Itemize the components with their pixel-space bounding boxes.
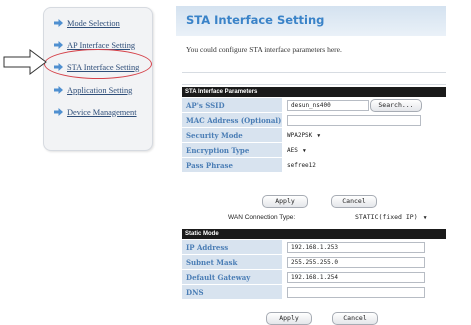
title-banner: STA Interface Setting <box>176 6 446 36</box>
wan-connection-type-select[interactable]: STATIC(fixed IP) ▼ <box>355 213 427 221</box>
security-cell: WPA2PSK ▼ <box>282 127 446 143</box>
search-button[interactable]: Search... <box>370 99 422 112</box>
ip-address-label: IP Address <box>182 239 283 255</box>
nav-item-label: Application Setting <box>67 85 133 95</box>
mac-label: MAC Address (Optional) <box>182 112 283 128</box>
static-mode-table: Static Mode IP Address 192.168.1.253 Sub… <box>182 229 446 300</box>
pass-phrase-cell: sefree12 <box>282 157 446 173</box>
dns-cell <box>282 284 446 300</box>
subnet-mask-input[interactable]: 255.255.255.0 <box>287 256 425 268</box>
wan-connection-type-value: STATIC(fixed IP) <box>355 213 418 221</box>
encryption-label: Encryption Type <box>182 142 283 158</box>
nav-item-label: Mode Selection <box>67 18 120 28</box>
nav-item-mode-selection[interactable]: Mode Selection <box>54 17 120 29</box>
cancel-button[interactable]: Cancel <box>331 195 377 208</box>
section-header: Static Mode <box>182 229 446 240</box>
highlight-ellipse <box>44 49 152 79</box>
apply-button-static[interactable]: Apply <box>266 312 312 325</box>
divider <box>182 72 446 73</box>
wan-connection-type-label: WAN Connection Type: <box>228 214 296 221</box>
mac-input[interactable] <box>287 114 421 126</box>
blue-arrow-icon <box>54 41 63 49</box>
default-gateway-input[interactable]: 192.168.1.254 <box>287 271 425 283</box>
dns-input[interactable] <box>287 286 425 298</box>
chevron-down-icon: ▼ <box>423 215 427 221</box>
subnet-mask-label: Subnet Mask <box>182 254 283 270</box>
encryption-cell: AES ▼ <box>282 142 446 158</box>
security-mode-select[interactable]: WPA2PSK ▼ <box>287 132 320 139</box>
dns-label: DNS <box>182 284 283 300</box>
pass-phrase-input[interactable]: sefree12 <box>287 162 316 169</box>
security-label: Security Mode <box>182 127 283 143</box>
mac-cell <box>282 112 446 128</box>
pass-phrase-label: Pass Phrase <box>182 157 283 173</box>
divider <box>182 84 446 85</box>
chevron-down-icon: ▼ <box>302 147 306 154</box>
sidebar-nav: Mode Selection AP Interface Setting STA … <box>43 7 153 151</box>
blue-arrow-icon <box>54 108 63 116</box>
cancel-button-static[interactable]: Cancel <box>332 312 378 325</box>
default-gateway-label: Default Gateway <box>182 269 283 285</box>
nav-item-application[interactable]: Application Setting <box>54 84 132 96</box>
apply-button[interactable]: Apply <box>262 195 308 208</box>
pointer-arrow-icon <box>3 49 47 75</box>
subnet-mask-cell: 255.255.255.0 <box>282 254 446 270</box>
nav-item-device-management[interactable]: Device Management <box>54 106 137 118</box>
ssid-input[interactable]: desun_ns400 <box>287 99 369 111</box>
ip-address-cell: 192.168.1.253 <box>282 239 446 255</box>
ip-address-input[interactable]: 192.168.1.253 <box>287 241 425 253</box>
blue-arrow-icon <box>54 86 63 94</box>
chevron-down-icon: ▼ <box>317 132 321 139</box>
security-mode-value: WPA2PSK <box>287 131 313 139</box>
blue-arrow-icon <box>54 19 63 27</box>
ssid-label: AP's SSID <box>182 97 283 113</box>
encryption-type-select[interactable]: AES ▼ <box>287 147 306 154</box>
default-gateway-cell: 192.168.1.254 <box>282 269 446 285</box>
page-description: You could configure STA interface parame… <box>186 45 342 54</box>
nav-item-label: Device Management <box>67 107 137 117</box>
section-header: STA Interface Parameters <box>182 87 446 98</box>
page-title: STA Interface Setting <box>186 13 325 27</box>
encryption-type-value: AES <box>287 146 298 154</box>
